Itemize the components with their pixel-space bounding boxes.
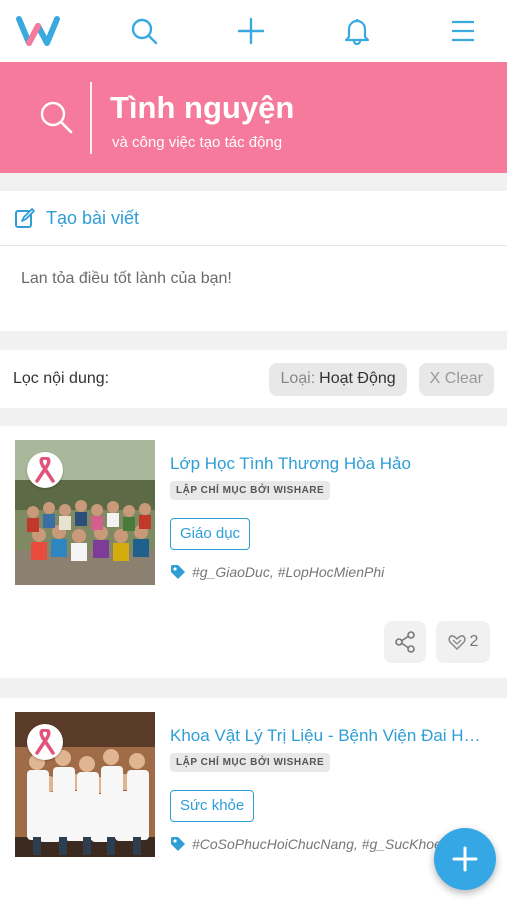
edit-icon bbox=[15, 208, 35, 228]
indexed-badge: LẬP CHỈ MỤC BỞI WISHARE bbox=[170, 753, 331, 772]
wishare-logo[interactable] bbox=[16, 9, 60, 53]
bell-icon[interactable] bbox=[335, 9, 379, 53]
create-post-label: Tạo bài viết bbox=[46, 207, 140, 228]
ribbon-icon bbox=[27, 724, 63, 760]
card-tags: #g_GiaoDuc, #LopHocMienPhi bbox=[170, 562, 500, 582]
filter-bar: Lọc nội dung: Loại: Hoạt Động X Clear bbox=[0, 350, 507, 408]
filter-label: Lọc nội dung: bbox=[13, 370, 110, 387]
create-post-button[interactable]: Tạo bài viết bbox=[0, 191, 507, 246]
category-button[interactable]: Giáo dục bbox=[170, 518, 251, 550]
type-filter-key: Loại: bbox=[280, 370, 316, 387]
card-title[interactable]: Lớp Học Tình Thương Hòa Hảo bbox=[170, 454, 490, 474]
tag-icon bbox=[171, 837, 185, 851]
top-nav-bar bbox=[0, 0, 507, 62]
activity-card[interactable]: Lớp Học Tình Thương Hòa Hảo LẬP CHỈ MỤC … bbox=[0, 426, 507, 678]
like-count: 2 bbox=[469, 633, 479, 650]
share-icon bbox=[395, 631, 415, 653]
hero-subtitle: và công việc tạo tác động bbox=[112, 134, 283, 151]
plus-icon[interactable] bbox=[229, 9, 273, 53]
heart-hands-icon bbox=[448, 635, 466, 651]
hero-banner: Tình nguyện và công việc tạo tác động bbox=[0, 62, 507, 173]
card-image[interactable] bbox=[15, 712, 155, 857]
fab-add-button[interactable] bbox=[434, 828, 496, 890]
tags-text[interactable]: #g_GiaoDuc, #LopHocMienPhi bbox=[192, 564, 384, 580]
category-button[interactable]: Sức khỏe bbox=[170, 790, 255, 822]
hero-divider bbox=[90, 82, 92, 154]
compose-panel: Tạo bài viết Lan tỏa điều tốt lành của b… bbox=[0, 191, 507, 331]
like-button[interactable]: 2 bbox=[436, 621, 490, 663]
type-filter-chip[interactable]: Loại: Hoạt Động bbox=[269, 362, 407, 396]
hero-search-icon[interactable] bbox=[38, 99, 74, 140]
hero-title: Tình nguyện bbox=[110, 90, 295, 125]
card-title[interactable]: Khoa Vật Lý Trị Liệu - Bệnh Viện Đai Học… bbox=[170, 726, 490, 746]
ribbon-icon bbox=[27, 452, 63, 488]
clear-filter-button[interactable]: X Clear bbox=[418, 362, 494, 396]
share-button[interactable] bbox=[384, 621, 426, 663]
type-filter-value: Hoạt Động bbox=[319, 370, 396, 387]
indexed-badge: LẬP CHỈ MỤC BỞI WISHARE bbox=[170, 481, 331, 500]
post-input[interactable]: Lan tỏa điều tốt lành của bạn! bbox=[0, 246, 507, 288]
tags-text[interactable]: #CoSoPhucHoiChucNang, #g_SucKhoe bbox=[192, 836, 442, 852]
menu-icon[interactable] bbox=[441, 9, 485, 53]
search-icon[interactable] bbox=[122, 9, 166, 53]
activity-card[interactable]: Khoa Vật Lý Trị Liệu - Bệnh Viện Đai Học… bbox=[0, 698, 507, 900]
tag-icon bbox=[171, 565, 185, 579]
card-image[interactable] bbox=[15, 440, 155, 585]
plus-icon bbox=[452, 846, 478, 872]
